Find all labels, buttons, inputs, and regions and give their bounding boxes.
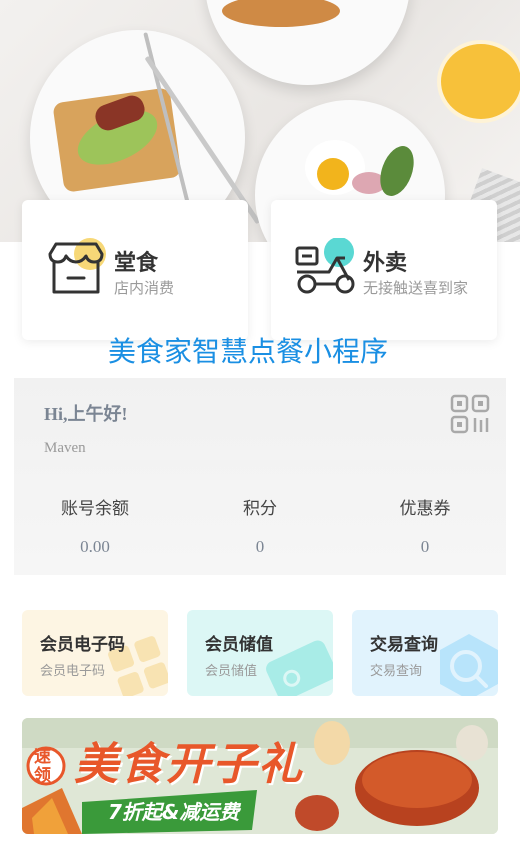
transaction-query-button[interactable]: 交易查询 交易查询 xyxy=(352,610,498,696)
banner-ribbon: 7折起&减运费 xyxy=(108,800,240,824)
transaction-query-subtitle: 交易查询 xyxy=(370,664,423,679)
member-code-subtitle: 会员电子码 xyxy=(40,664,106,679)
banner-headline: 美食开子礼 xyxy=(74,739,304,790)
stored-value-subtitle: 会员储值 xyxy=(205,664,258,679)
storefront-icon xyxy=(48,238,106,294)
dine-in-card[interactable]: 堂食 店内消费 xyxy=(22,200,248,340)
qr-code-icon[interactable] xyxy=(450,394,490,434)
takeout-card[interactable]: 外卖 无接触送喜到家 xyxy=(271,200,497,340)
points-label: 积分 xyxy=(243,499,277,519)
dine-in-title: 堂食 xyxy=(114,251,159,276)
takeout-title: 外卖 xyxy=(363,251,408,276)
greeting-text: Hi,上午好! xyxy=(44,404,128,424)
balance-stat[interactable]: 账号余额 0.00 xyxy=(35,494,155,557)
member-panel: Hi,上午好! Maven 账号余额 0.00 积分 0 优惠券 0 xyxy=(14,378,506,575)
coupons-value: 0 xyxy=(420,537,430,556)
orange-juice-glass xyxy=(437,40,520,123)
username: Maven xyxy=(44,440,86,456)
balance-value: 0.00 xyxy=(80,537,110,556)
magnifier-icon xyxy=(440,634,498,696)
points-stat[interactable]: 积分 0 xyxy=(200,494,320,557)
balance-label: 账号余额 xyxy=(61,499,129,519)
promo-banner[interactable]: 速领 美食开子礼 7折起&减运费 xyxy=(22,718,498,834)
points-value: 0 xyxy=(255,537,265,556)
dine-in-subtitle: 店内消费 xyxy=(114,279,175,297)
coupons-label: 优惠券 xyxy=(399,499,451,519)
banner-badge: 速领 xyxy=(34,747,51,786)
egg-yolk xyxy=(317,158,349,190)
member-code-title: 会员电子码 xyxy=(40,635,125,655)
stored-value-title: 会员储值 xyxy=(205,635,273,655)
member-stored-value-button[interactable]: 会员储值 会员储值 xyxy=(187,610,333,696)
delivery-scooter-icon xyxy=(295,238,355,294)
takeout-subtitle: 无接触送喜到家 xyxy=(363,279,469,297)
coupons-stat[interactable]: 优惠券 0 xyxy=(365,494,485,557)
app-title: 美食家智慧点餐小程序 xyxy=(107,335,388,368)
transaction-query-title: 交易查询 xyxy=(370,635,438,655)
member-code-button[interactable]: 会员电子码 会员电子码 xyxy=(22,610,168,696)
